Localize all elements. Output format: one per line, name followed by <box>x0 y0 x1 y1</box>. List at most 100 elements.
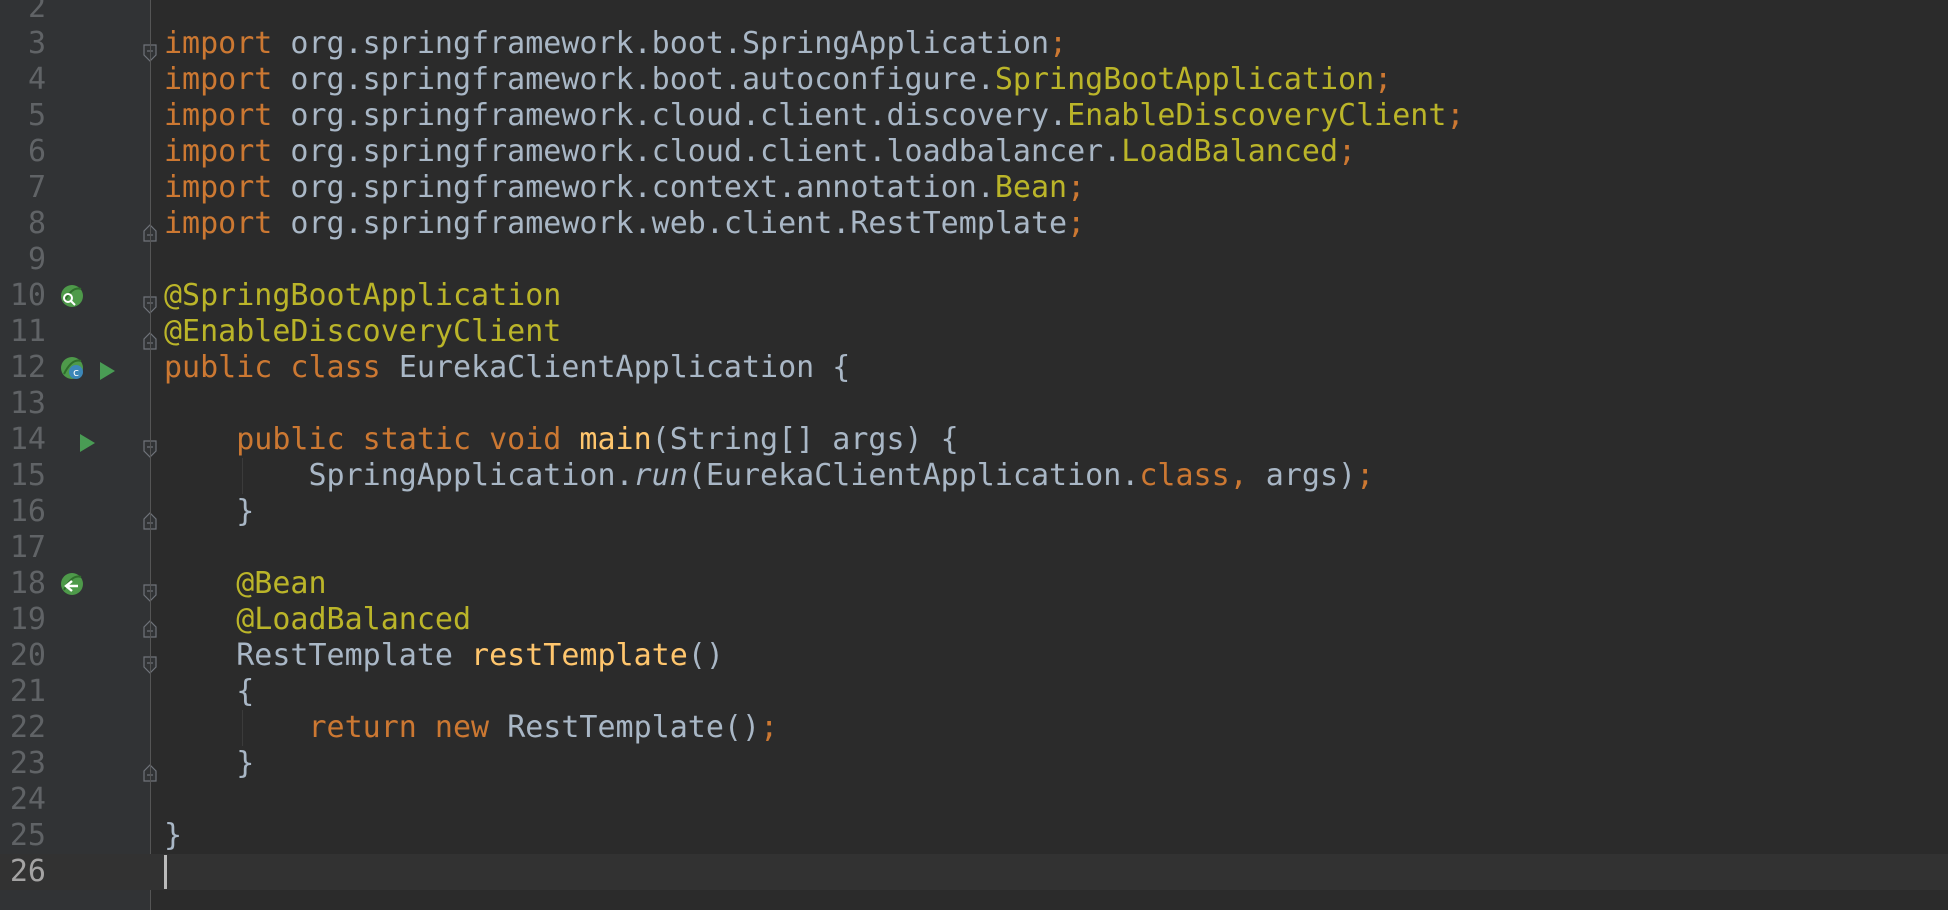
code-token: ; <box>1446 98 1465 133</box>
line-number: 17 <box>9 530 46 565</box>
code-line[interactable]: 4 import org.springframework.boot.autocon… <box>0 62 1948 98</box>
code-line[interactable]: 3 import org.springframework.boot.SpringA… <box>0 26 1948 62</box>
code-line[interactable]: 7 import org.springframework.context.anno… <box>0 170 1948 206</box>
code-line[interactable]: 17 <box>0 530 1948 566</box>
code-token: Bean <box>994 170 1068 205</box>
code-text[interactable]: import org.springframework.web.client.Re… <box>164 206 1085 242</box>
code-text[interactable]: public class EurekaClientApplication { <box>164 350 850 386</box>
line-number: 7 <box>27 170 46 205</box>
code-line[interactable]: 14 public static void main(String[] args… <box>0 422 1948 458</box>
code-token: ; <box>760 710 779 745</box>
code-text[interactable]: @SpringBootApplication <box>164 278 561 314</box>
code-token: org.springframework.boot.SpringApplicati… <box>272 26 1050 61</box>
code-token: EnableDiscoveryClient <box>1067 98 1447 133</box>
code-line[interactable]: 16 } <box>0 494 1948 530</box>
code-text[interactable]: } <box>164 818 182 854</box>
code-line[interactable]: 8 import org.springframework.web.client.R… <box>0 206 1948 242</box>
code-editor[interactable]: c 2 3 import org.springframework.boot.Spri… <box>0 0 1948 910</box>
code-token: import <box>164 98 273 133</box>
code-token: () <box>687 638 724 673</box>
line-number: 26 <box>9 854 46 889</box>
line-number: 5 <box>27 98 46 133</box>
code-line[interactable]: 15 SpringApplication.run(EurekaClientApp… <box>0 458 1948 494</box>
code-text[interactable]: SpringApplication.run(EurekaClientApplic… <box>164 458 1374 494</box>
code-line[interactable]: 21 { <box>0 674 1948 710</box>
code-token: ; <box>1049 26 1068 61</box>
code-line[interactable]: 5 import org.springframework.cloud.client… <box>0 98 1948 134</box>
code-text[interactable]: @Bean <box>164 566 327 602</box>
code-text[interactable]: public static void main(String[] args) { <box>164 422 959 458</box>
line-number: 11 <box>9 314 46 349</box>
code-line[interactable]: 11 @EnableDiscoveryClient <box>0 314 1948 350</box>
code-token: main <box>579 422 652 457</box>
code-line[interactable]: 13 <box>0 386 1948 422</box>
code-token: @EnableDiscoveryClient <box>164 314 562 349</box>
code-token: @LoadBalanced <box>236 602 472 637</box>
code-text[interactable]: } <box>164 494 254 530</box>
code-token: RestTemplate() <box>507 710 761 745</box>
code-line[interactable]: 24 <box>0 782 1948 818</box>
code-line[interactable]: 12 public class EurekaClientApplication { <box>0 350 1948 386</box>
code-token: return new <box>308 710 508 745</box>
code-token: org.springframework.context.annotation. <box>272 170 995 205</box>
code-text[interactable]: { <box>164 674 254 710</box>
line-number: 25 <box>9 818 46 853</box>
code-line[interactable]: 22 return new RestTemplate(); <box>0 710 1948 746</box>
line-number: 16 <box>9 494 46 529</box>
code-text[interactable]: import org.springframework.boot.SpringAp… <box>164 26 1067 62</box>
code-token: RestTemplate <box>164 638 472 673</box>
code-text[interactable]: } <box>164 746 254 782</box>
code-token: public static void <box>236 422 580 457</box>
line-number: 13 <box>9 386 46 421</box>
text-caret <box>164 855 167 889</box>
code-line[interactable]: 26 <box>0 854 1948 890</box>
code-lines[interactable]: 2 3 import org.springframework.boot.Spring… <box>0 0 1948 890</box>
indent-guide <box>242 710 243 746</box>
code-line[interactable]: 9 <box>0 242 1948 278</box>
code-text[interactable]: @LoadBalanced <box>164 602 471 638</box>
code-line[interactable]: 10 @SpringBootApplication <box>0 278 1948 314</box>
code-text[interactable]: import org.springframework.cloud.client.… <box>164 134 1356 170</box>
code-line[interactable]: 18 @Bean <box>0 566 1948 602</box>
code-line[interactable]: 6 import org.springframework.cloud.client… <box>0 134 1948 170</box>
line-number: 10 <box>9 278 46 313</box>
code-token: ; <box>1356 458 1375 493</box>
code-token: public class <box>164 350 399 385</box>
code-text[interactable]: @EnableDiscoveryClient <box>164 314 561 350</box>
code-line[interactable]: 19 @LoadBalanced <box>0 602 1948 638</box>
code-text[interactable]: return new RestTemplate(); <box>164 710 779 746</box>
code-token: org.springframework.cloud.client.discove… <box>272 98 1068 133</box>
code-token: import <box>164 26 273 61</box>
line-number: 3 <box>27 26 46 61</box>
code-token: @Bean <box>236 566 327 601</box>
code-token: org.springframework.web.client.RestTempl… <box>272 206 1068 241</box>
code-line[interactable]: 23 } <box>0 746 1948 782</box>
line-number: 8 <box>27 206 46 241</box>
code-token: run <box>633 458 688 493</box>
code-text[interactable]: import org.springframework.cloud.client.… <box>164 98 1464 134</box>
code-text[interactable]: RestTemplate restTemplate() <box>164 638 724 674</box>
code-token: @SpringBootApplication <box>164 278 562 313</box>
code-text[interactable]: import org.springframework.boot.autoconf… <box>164 62 1392 98</box>
line-number: 18 <box>9 566 46 601</box>
code-token: class, <box>1139 458 1266 493</box>
code-text[interactable]: import org.springframework.context.annot… <box>164 170 1085 206</box>
code-token: SpringBootApplication <box>994 62 1375 97</box>
code-token: (String[] args) { <box>651 422 959 457</box>
line-number: 24 <box>9 782 46 817</box>
code-line[interactable]: 25} <box>0 818 1948 854</box>
line-number: 4 <box>27 62 46 97</box>
code-token: { <box>164 674 255 709</box>
line-number: 19 <box>9 602 46 637</box>
code-token: (EurekaClientApplication. <box>687 458 1140 493</box>
code-line[interactable]: 2 <box>0 0 1948 26</box>
code-token: args) <box>1265 458 1357 493</box>
code-token: ; <box>1374 62 1393 97</box>
code-line[interactable]: 20 RestTemplate restTemplate() <box>0 638 1948 674</box>
code-token: org.springframework.boot.autoconfigure. <box>272 62 995 97</box>
code-token: EurekaClientApplication { <box>398 350 851 385</box>
code-token: import <box>164 170 273 205</box>
